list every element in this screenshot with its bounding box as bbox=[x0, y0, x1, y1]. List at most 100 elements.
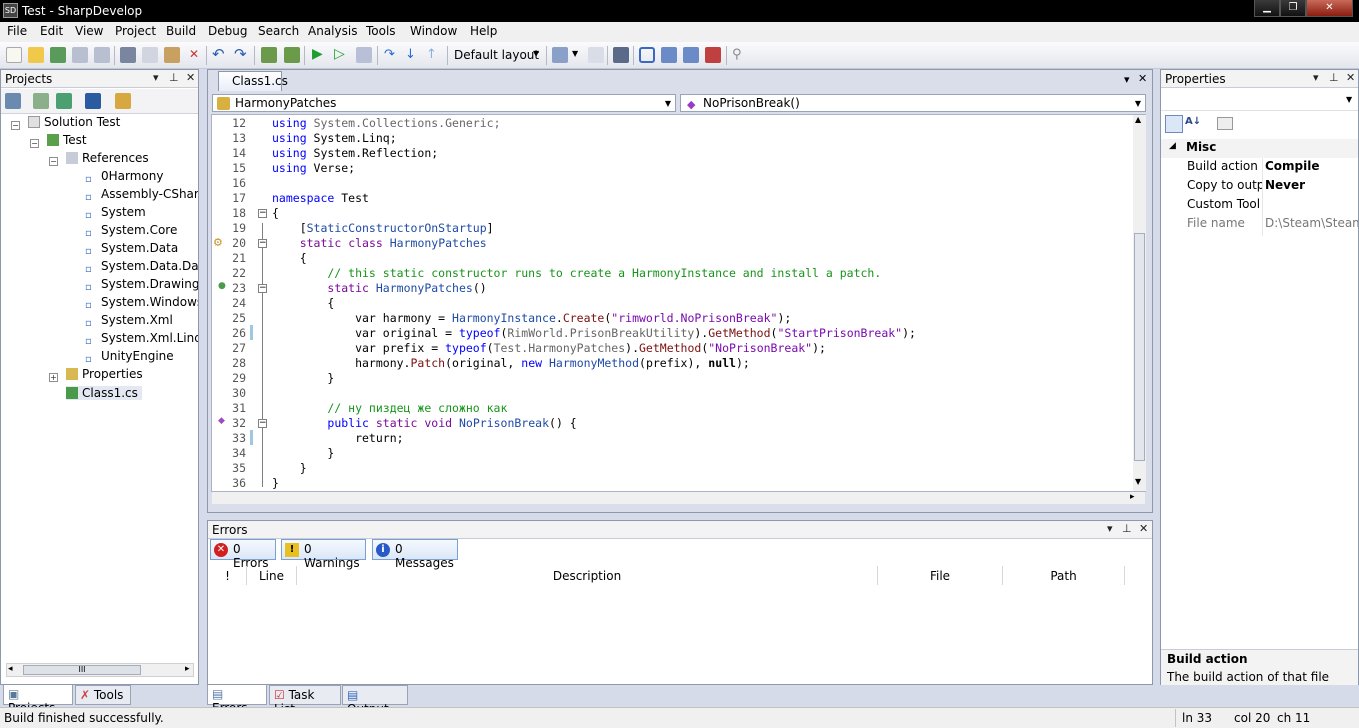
close-icon[interactable]: ✕ bbox=[1138, 72, 1147, 85]
open-folder-icon[interactable] bbox=[115, 93, 131, 109]
fold-marker-icon[interactable]: − bbox=[258, 209, 267, 218]
refresh-icon[interactable] bbox=[56, 93, 72, 109]
tree-reference[interactable]: ▫ 0Harmony bbox=[85, 169, 198, 186]
panel-menu-icon[interactable]: ▾ bbox=[1124, 73, 1130, 86]
delete-icon[interactable]: ✕ bbox=[186, 47, 202, 63]
scroll-right-icon[interactable]: ▸ bbox=[185, 664, 190, 674]
tree-reference[interactable]: ▫System.Windows.Forms bbox=[85, 295, 198, 312]
navigate-back-icon[interactable] bbox=[552, 47, 568, 63]
menu-tools[interactable]: Tools bbox=[366, 24, 396, 38]
category-misc[interactable]: ◢ Misc bbox=[1161, 139, 1358, 158]
close-icon[interactable]: ✕ bbox=[1139, 522, 1148, 535]
property-value[interactable]: Never bbox=[1265, 178, 1305, 192]
scroll-thumb[interactable]: III bbox=[23, 665, 141, 675]
menu-window[interactable]: Window bbox=[410, 24, 457, 38]
tree-properties[interactable]: Properties bbox=[66, 367, 143, 381]
tree-reference[interactable]: ▫ Assembly-CSharp bbox=[85, 187, 198, 204]
bookmark-icon[interactable] bbox=[588, 47, 604, 63]
tree-reference[interactable]: ▫ System.Xml bbox=[85, 313, 198, 330]
tab-projects[interactable]: ▣ Projects bbox=[3, 685, 73, 715]
close-button[interactable]: ✕ bbox=[1306, 0, 1353, 17]
editor-hscrollbar[interactable]: ▸ bbox=[212, 492, 1145, 504]
expander-icon[interactable]: − bbox=[11, 121, 20, 130]
build-solution-icon[interactable] bbox=[261, 47, 277, 63]
pin-icon[interactable]: ⊥ bbox=[1329, 71, 1339, 84]
menu-build[interactable]: Build bbox=[166, 24, 196, 38]
column-header-severity[interactable]: ! bbox=[209, 566, 247, 585]
tab-output[interactable]: ▤ Output bbox=[342, 685, 408, 716]
menu-search[interactable]: Search bbox=[258, 24, 299, 38]
redo-icon[interactable]: ↷ bbox=[234, 47, 250, 63]
scroll-up-icon[interactable]: ▲ bbox=[1135, 115, 1141, 124]
property-pages-icon[interactable] bbox=[1217, 117, 1233, 130]
tree-reference[interactable]: ▫ System bbox=[85, 205, 198, 222]
step-over-icon[interactable]: ↷ bbox=[384, 47, 400, 63]
fold-marker-icon[interactable]: − bbox=[258, 239, 267, 248]
property-value[interactable]: D:\Steam\SteamApps bbox=[1265, 216, 1358, 230]
warnings-filter-button[interactable]: ! 0 Warnings bbox=[281, 539, 366, 570]
editor-vscrollbar[interactable]: ▲ ▼ bbox=[1133, 115, 1146, 491]
tree-reference[interactable]: ▫ System.Xml.Linq bbox=[85, 331, 198, 348]
toggle-bookmark-icon[interactable] bbox=[639, 47, 655, 63]
scroll-left-icon[interactable]: ◂ bbox=[8, 664, 13, 674]
pin-icon[interactable]: ⊥ bbox=[1122, 522, 1132, 535]
paste-icon[interactable] bbox=[164, 47, 180, 63]
stop-icon[interactable] bbox=[356, 47, 372, 63]
panel-menu-icon[interactable]: ▾ bbox=[1107, 522, 1113, 535]
new-file-icon[interactable] bbox=[6, 47, 22, 63]
tab-class1-cs[interactable]: Class1.cs bbox=[218, 71, 288, 91]
errors-filter-button[interactable]: ✕ 0 Errors bbox=[210, 539, 276, 570]
menu-file[interactable]: File bbox=[7, 24, 27, 38]
tab-task-list[interactable]: ☑ Task List bbox=[269, 685, 341, 716]
menu-edit[interactable]: Edit bbox=[40, 24, 63, 38]
member-selector[interactable]: ◆ NoPrisonBreak() ▼ bbox=[680, 94, 1146, 112]
column-header-file[interactable]: File bbox=[878, 566, 1003, 585]
menu-analysis[interactable]: Analysis bbox=[308, 24, 357, 38]
expander-icon[interactable]: + bbox=[49, 373, 58, 382]
minimize-button[interactable]: ▁ bbox=[1254, 0, 1280, 17]
properties-icon[interactable] bbox=[5, 93, 21, 109]
find-icon[interactable]: ⚲ bbox=[732, 47, 748, 63]
tree-solution[interactable]: Solution Test bbox=[28, 115, 120, 129]
save-icon[interactable] bbox=[72, 47, 88, 63]
tree-reference[interactable]: ▫ System.Drawing bbox=[85, 277, 198, 294]
clear-bookmarks-icon[interactable] bbox=[705, 47, 721, 63]
expander-icon[interactable]: − bbox=[30, 139, 39, 148]
fold-marker-icon[interactable]: − bbox=[258, 284, 267, 293]
step-into-icon[interactable]: ↓ bbox=[405, 47, 421, 63]
column-header-description[interactable]: Description bbox=[297, 566, 878, 585]
maximize-button[interactable]: ❐ bbox=[1280, 0, 1306, 17]
chevron-down-icon[interactable]: ▼ bbox=[572, 49, 578, 58]
collapse-icon[interactable]: ◢ bbox=[1169, 141, 1176, 151]
close-icon[interactable]: ✕ bbox=[186, 71, 195, 84]
menu-help[interactable]: Help bbox=[470, 24, 497, 38]
property-value[interactable]: Compile bbox=[1265, 159, 1320, 173]
menu-project[interactable]: Project bbox=[115, 24, 156, 38]
categorized-view-icon[interactable] bbox=[1165, 115, 1183, 133]
open-folder-icon[interactable] bbox=[28, 47, 44, 63]
run-without-debug-icon[interactable]: ▷ bbox=[334, 47, 350, 63]
messages-filter-button[interactable]: i0 Messages bbox=[372, 539, 458, 570]
tree-reference[interactable]: ▫ UnityEngine bbox=[85, 349, 198, 366]
scroll-right-icon[interactable]: ▸ bbox=[1130, 492, 1135, 502]
tree-project[interactable]: Test bbox=[47, 133, 87, 147]
tree-reference[interactable]: ▫System.Data.DataSetExtensions bbox=[85, 259, 198, 276]
alphabetical-sort-icon[interactable]: A↓ bbox=[1185, 116, 1201, 132]
run-icon[interactable]: ▶ bbox=[312, 47, 328, 63]
close-icon[interactable]: ✕ bbox=[1346, 71, 1355, 84]
tree-references[interactable]: References bbox=[66, 151, 149, 165]
step-out-icon[interactable]: ↑ bbox=[426, 47, 442, 63]
code-editor[interactable]: − − − − ⚙ ● ◆ 12 using System.Collection… bbox=[211, 114, 1146, 492]
scroll-thumb[interactable] bbox=[1134, 233, 1145, 461]
undo-icon[interactable]: ↶ bbox=[212, 47, 228, 63]
show-all-files-icon[interactable] bbox=[85, 93, 101, 109]
fold-marker-icon[interactable]: − bbox=[258, 419, 267, 428]
indent-icon[interactable] bbox=[613, 47, 629, 63]
save-all-icon[interactable] bbox=[94, 47, 110, 63]
column-header-line[interactable]: Line bbox=[247, 566, 297, 585]
cut-icon[interactable] bbox=[120, 47, 136, 63]
panel-menu-icon[interactable]: ▾ bbox=[153, 71, 159, 84]
column-header-path[interactable]: Path bbox=[1003, 566, 1125, 585]
scroll-down-icon[interactable]: ▼ bbox=[1135, 477, 1141, 486]
layout-dropdown[interactable]: Default layout bbox=[454, 48, 539, 62]
